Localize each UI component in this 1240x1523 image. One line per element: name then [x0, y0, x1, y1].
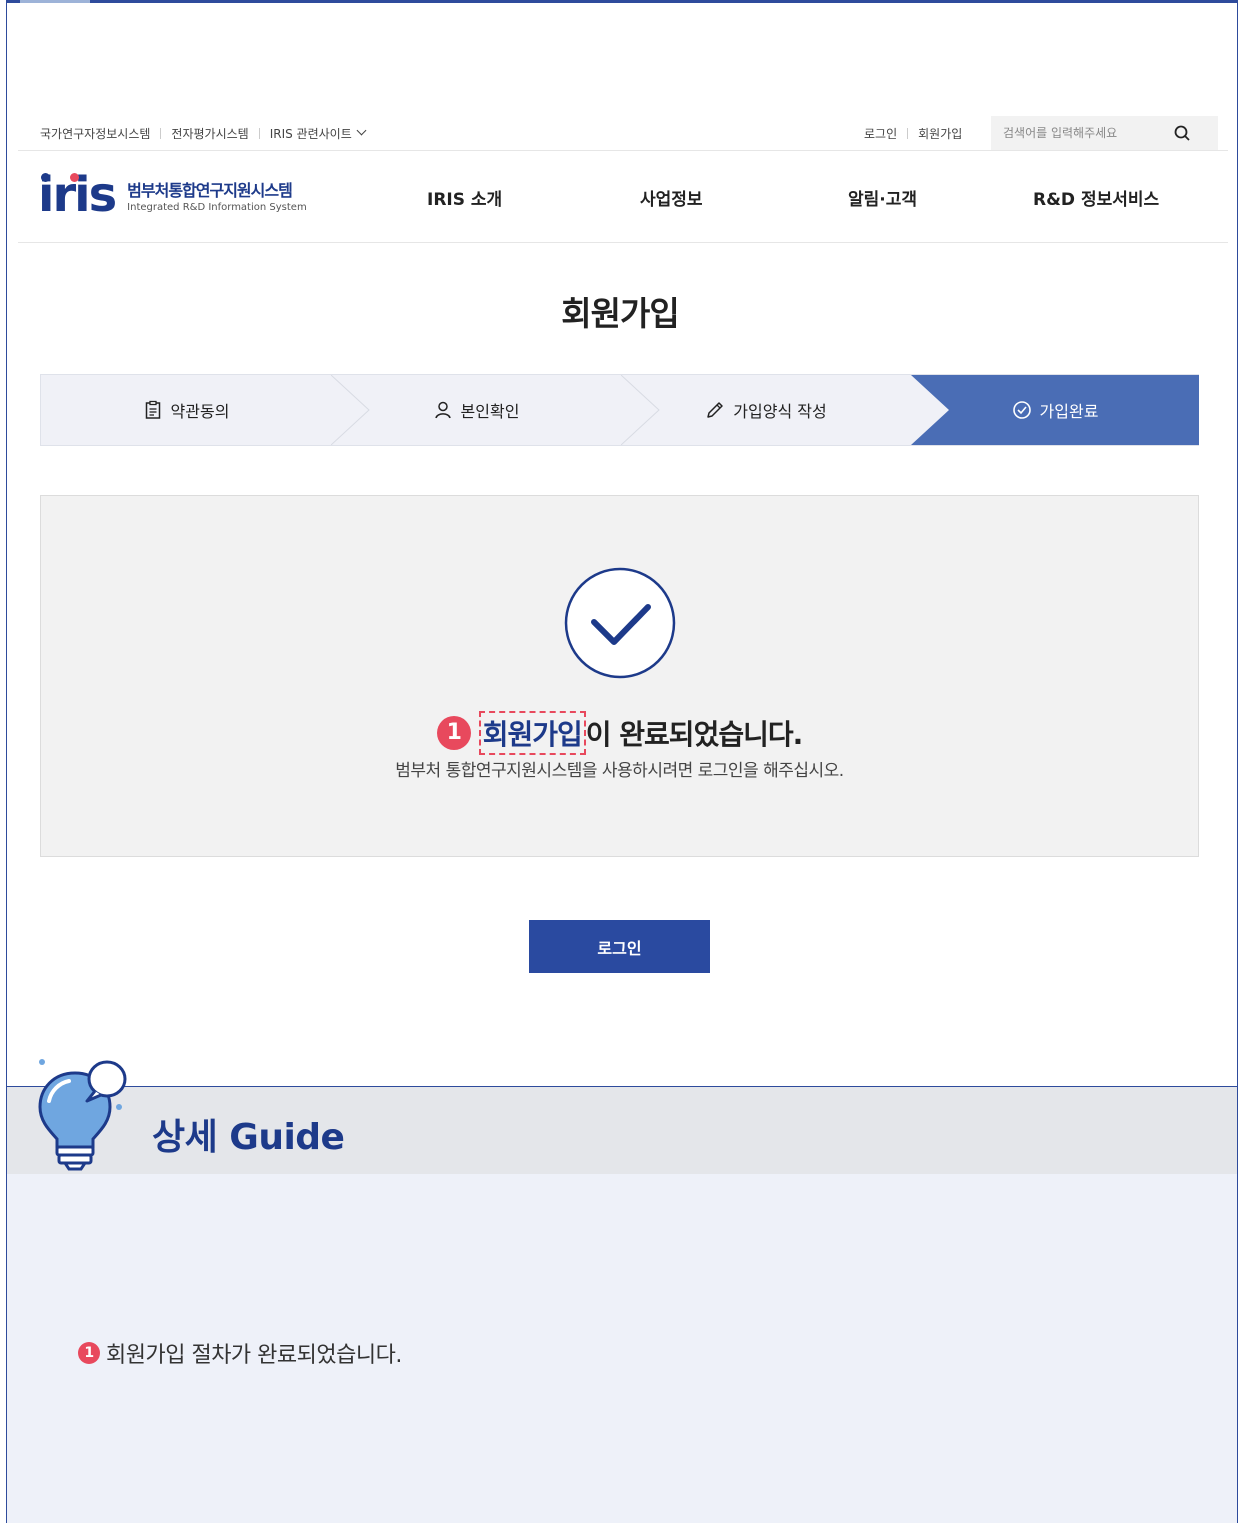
step-complete: 가입완료 [911, 375, 1199, 445]
guide-item-text: 회원가입 절차가 완료되었습니다. [106, 1343, 402, 1368]
login-button[interactable]: 로그인 [529, 920, 710, 973]
completion-message: 1 회원가입 이 완료되었습니다. [41, 711, 1198, 755]
divider [907, 128, 909, 139]
step-label: 가입양식 작성 [733, 402, 827, 421]
completion-panel: 1 회원가입 이 완료되었습니다. 범부처 통합연구지원시스템을 사용하시려면 로그… [40, 495, 1199, 857]
person-icon [434, 401, 451, 419]
account-links: 로그인 회원가입 [864, 125, 962, 142]
signup-steps: 약관동의 본인확인 가입양식 작성 가입완료 [40, 374, 1199, 446]
check-circle-icon [1012, 401, 1031, 419]
guide-item: 1 회원가입 절차가 완료되었습니다. [78, 1337, 402, 1369]
related-links: 국가연구자정보시스템 전자평가시스템 IRIS 관련사이트 [40, 125, 367, 142]
lightbulb-icon [38, 1059, 127, 1171]
completion-message-rest: 이 완료되었습니다. [585, 718, 803, 751]
logo-english-name: Integrated R&D Information System [127, 202, 307, 213]
search-box [991, 116, 1218, 150]
logo-dot-accent [70, 173, 79, 182]
top-tab-marker [20, 0, 90, 3]
link-national-researcher[interactable]: 국가연구자정보시스템 [40, 125, 150, 142]
annotation-badge: 1 [436, 716, 471, 750]
guide-title: 상세 Guide [152, 1117, 345, 1158]
step-label: 본인확인 [460, 402, 520, 421]
logo-dot [41, 173, 50, 182]
step-complete-active: 가입완료 [911, 375, 1199, 445]
search-icon[interactable] [1173, 124, 1191, 142]
step-label: 가입완료 [1039, 402, 1099, 421]
chevron-down-icon[interactable] [356, 125, 367, 136]
divider [258, 128, 260, 139]
site-header: iris 범부처통합연구지원시스템 Integrated R&D Informa… [18, 151, 1228, 243]
check-circle-icon [564, 567, 676, 679]
top-login-link[interactable]: 로그인 [864, 125, 897, 142]
top-signup-link[interactable]: 회원가입 [918, 125, 962, 142]
highlighted-term: 회원가입 [478, 711, 586, 755]
nav-business-info[interactable]: 사업정보 [640, 185, 703, 210]
step-terms: 약관동의 [41, 375, 331, 445]
pencil-icon [707, 402, 724, 418]
page-title: 회원가입 [561, 294, 679, 333]
utility-bar: 국가연구자정보시스템 전자평가시스템 IRIS 관련사이트 로그인 회원가입 [18, 116, 1228, 151]
nav-notice-customer[interactable]: 알림·고객 [848, 185, 917, 210]
clipboard-icon [145, 400, 160, 419]
link-e-evaluation[interactable]: 전자평가시스템 [171, 125, 248, 142]
step-identity: 본인확인 [331, 375, 621, 445]
nav-rd-services[interactable]: R&D 정보서비스 [1033, 185, 1159, 210]
site-logo[interactable]: iris 범부처통합연구지원시스템 Integrated R&D Informa… [38, 171, 307, 219]
nav-iris-intro[interactable]: IRIS 소개 [427, 185, 502, 210]
related-sites-dropdown[interactable]: IRIS 관련사이트 [270, 125, 352, 142]
step-form: 가입양식 작성 [621, 375, 911, 445]
completion-subtext: 범부처 통합연구지원시스템을 사용하시려면 로그인을 해주십시오. [395, 761, 844, 781]
divider [160, 128, 162, 139]
logo-mark: iris [38, 167, 117, 223]
search-input[interactable] [991, 116, 1171, 150]
logo-text: 범부처통합연구지원시스템 Integrated R&D Information … [127, 177, 307, 213]
logo-korean-name: 범부처통합연구지원시스템 [127, 181, 293, 200]
step-label: 약관동의 [170, 402, 230, 421]
guide-item-number: 1 [78, 1342, 100, 1364]
